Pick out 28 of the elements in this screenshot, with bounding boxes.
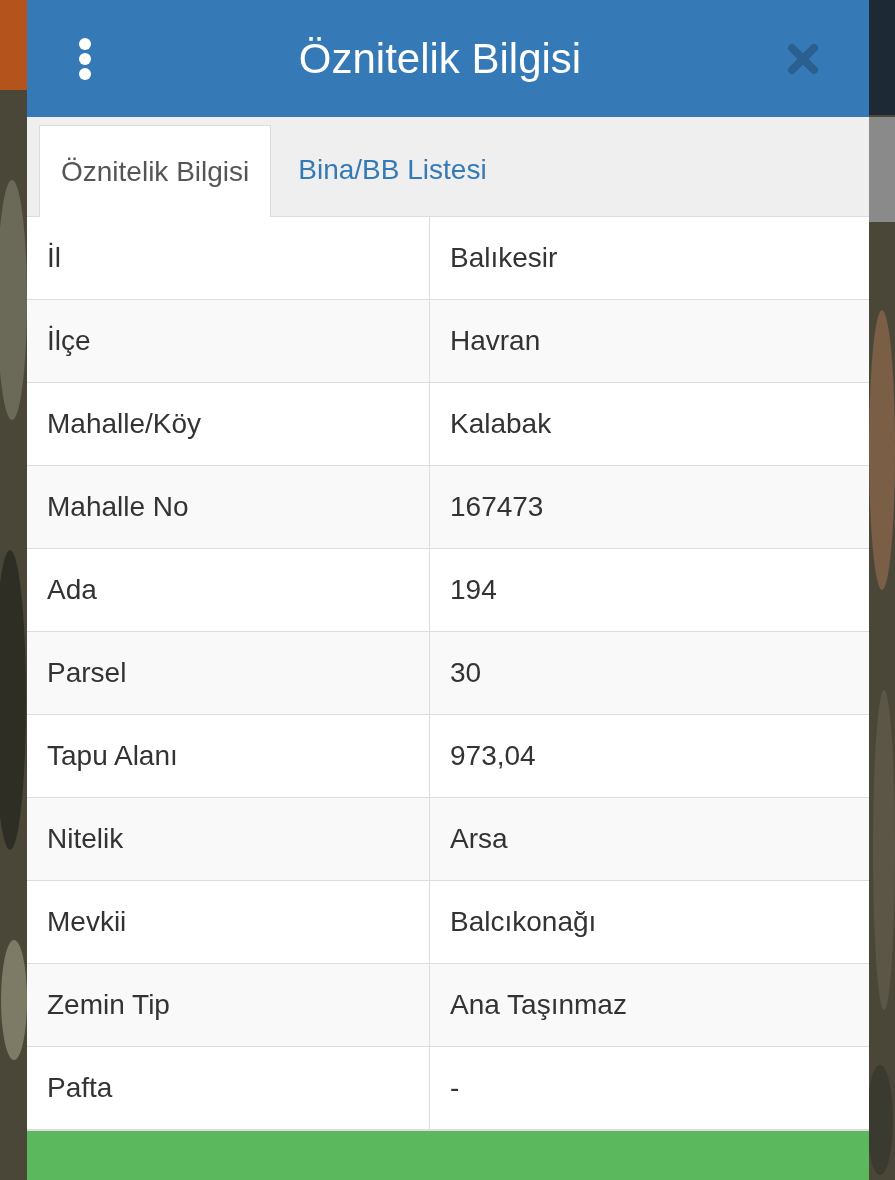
field-value: 973,04 [450,739,536,773]
field-label: Pafta [47,1071,113,1105]
field-value: Arsa [450,822,508,856]
field-label: Parsel [47,656,127,690]
field-value: 194 [450,573,497,607]
field-label: Mahalle No [47,490,189,524]
field-label: Nitelik [47,822,124,856]
tab[interactable]: Öznitelik Bilgisi [39,125,272,217]
field-value: - [450,1071,460,1105]
field-label: Tapu Alanı [47,739,178,773]
action-button[interactable] [27,1130,869,1180]
field-label: İlçe [47,324,91,358]
close-icon[interactable] [787,42,819,75]
field-value: Kalabak [450,407,552,441]
dialog-title: Öznitelik Bilgisi [298,34,582,84]
more-icon[interactable] [77,37,93,80]
field-label: Zemin Tip [47,988,170,1022]
field-label: İl [47,241,61,275]
field-value: Balıkesir [450,241,558,275]
tab[interactable]: Bina/BB Listesi [271,124,514,216]
field-label: Mahalle/Köy [47,407,202,441]
field-value: Balcıkonağı [450,905,597,939]
field-value: Ana Taşınmaz [450,988,627,1022]
field-value: 167473 [450,490,544,524]
field-label: Ada [47,573,97,607]
field-value: Havran [450,324,541,358]
field-value: 30 [450,656,482,690]
field-label: Mevkii [47,905,127,939]
